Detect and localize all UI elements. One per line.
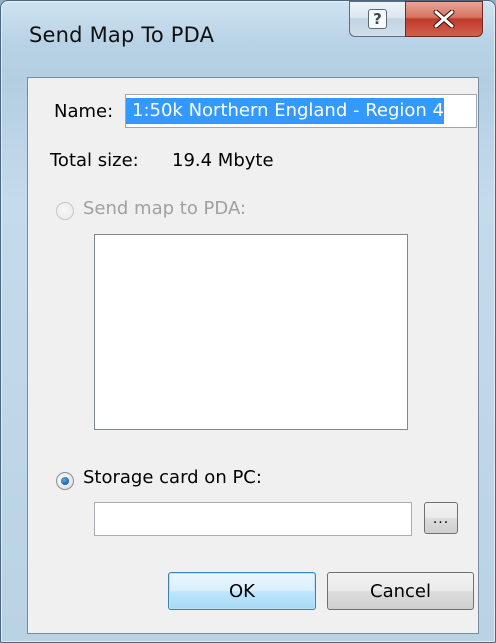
- storage-card-label: Storage card on PC:: [83, 467, 262, 488]
- close-icon: [433, 10, 455, 28]
- send-to-pda-label: Send map to PDA:: [83, 198, 247, 219]
- send-to-pda-radio[interactable]: [56, 202, 74, 220]
- title-bar[interactable]: Send Map To PDA ?: [1, 1, 495, 77]
- radio-selected-dot: [61, 477, 69, 485]
- window-title: Send Map To PDA: [29, 23, 215, 47]
- total-size-value: 19.4 Mbyte: [172, 150, 274, 171]
- dialog-window: Send Map To PDA ? Name: 1:50k Northern E…: [0, 0, 496, 643]
- close-button[interactable]: [405, 1, 483, 37]
- name-input-selected-text: 1:50k Northern England - Region 4: [126, 98, 445, 124]
- dialog-content: Name: 1:50k Northern England - Region 4 …: [27, 77, 479, 634]
- storage-path-input[interactable]: [94, 502, 412, 536]
- help-icon: ?: [368, 9, 387, 29]
- help-button[interactable]: ?: [349, 1, 405, 37]
- name-input[interactable]: 1:50k Northern England - Region 4: [125, 94, 477, 128]
- storage-card-radio[interactable]: [56, 472, 74, 490]
- caption-buttons: ?: [349, 1, 483, 39]
- pda-device-list[interactable]: [94, 234, 408, 430]
- browse-button[interactable]: ...: [424, 502, 458, 534]
- cancel-button[interactable]: Cancel: [327, 572, 474, 610]
- name-label: Name:: [54, 101, 114, 122]
- total-size-label: Total size:: [50, 150, 139, 171]
- ok-button[interactable]: OK: [168, 572, 316, 610]
